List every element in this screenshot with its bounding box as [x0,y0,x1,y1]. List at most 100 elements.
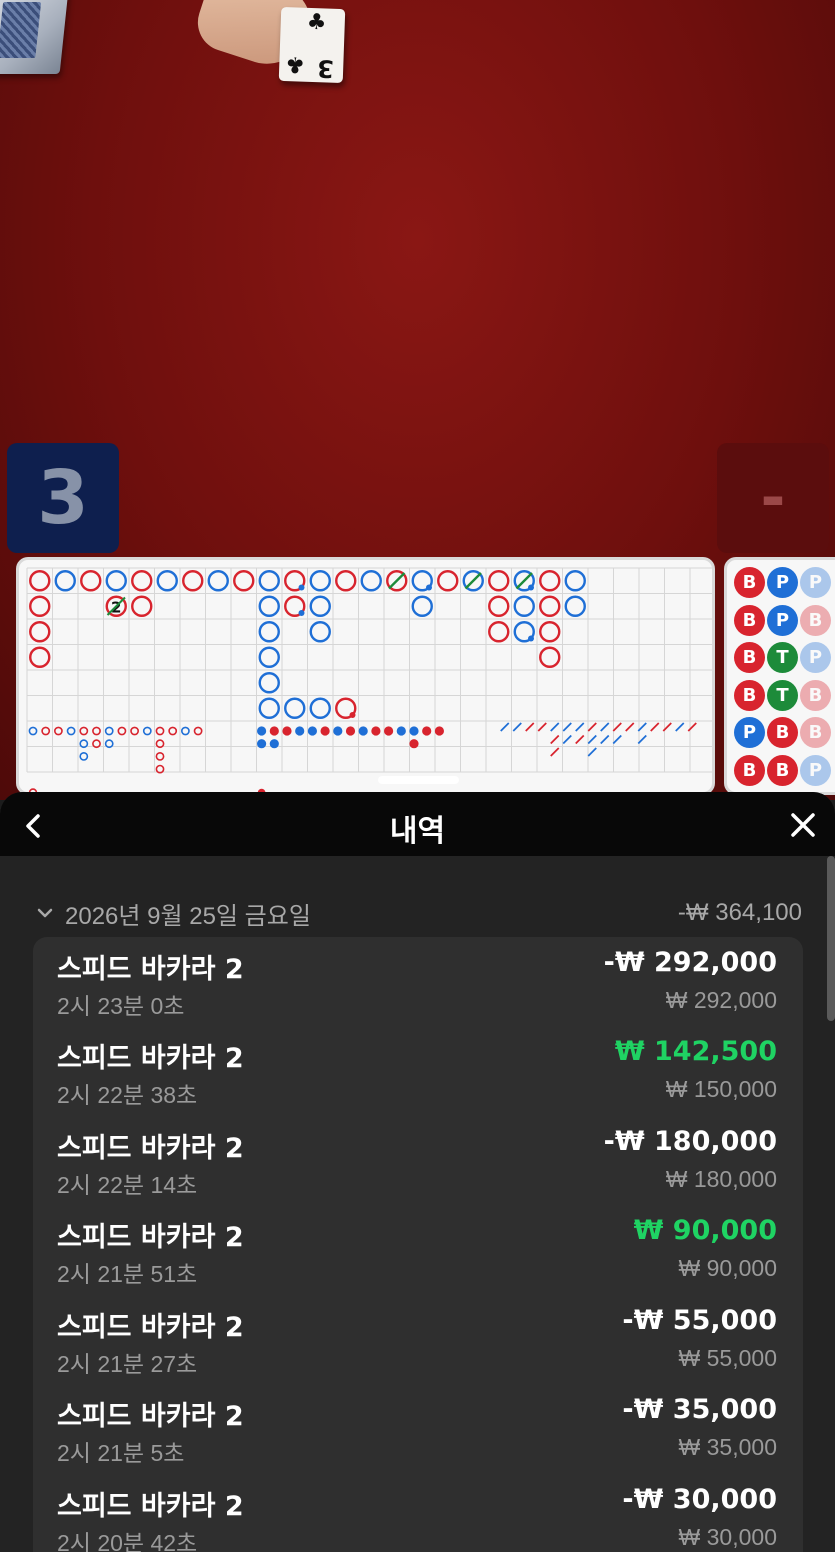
history-entry[interactable]: 스피드 바카라 2 2시 22분 14초 -₩ 180,000 ₩ 180,000 [33,1116,803,1205]
cockroach-road-mark [612,734,622,745]
big-road-mark [411,595,433,617]
cockroach-road-mark [650,722,660,732]
tie-slash [464,572,482,590]
bead-player: P [767,567,798,598]
date-label: 2026년 9월 25일 금요일 [65,902,311,930]
cockroach-road-mark [625,722,635,732]
small-road-dot [295,726,305,736]
cockroach-road-mark [687,722,697,732]
entry-result: -₩ 30,000 [622,1484,777,1515]
big-road-mark [233,570,255,592]
entry-stake: ₩ 55,000 [678,1345,777,1371]
entry-result: -₩ 180,000 [603,1126,777,1157]
entry-time: 2시 23분 0초 [57,993,185,1019]
small-road-dot [269,726,279,736]
history-entry[interactable]: 스피드 바카라 2 2시 23분 0초 -₩ 292,000 ₩ 292,000 [33,937,803,1026]
cockroach-road-mark [575,722,585,732]
small-road-dot [117,726,127,736]
date-group-header[interactable]: 2026년 9월 25일 금요일 -₩ 364,100 [34,896,802,930]
big-road-mark [258,697,280,719]
small-road-dot [422,726,432,736]
big-road-mark [258,621,280,643]
small-road-dot [92,726,101,736]
small-road-dot [396,726,406,736]
cockroach-road-mark [525,722,535,732]
small-road-dot [180,726,190,736]
sheet-header: 내역 [0,792,835,856]
history-entry[interactable]: 스피드 바카라 2 2시 21분 5초 -₩ 35,000 ₩ 35,000 [33,1384,803,1473]
history-list: 스피드 바카라 2 2시 23분 0초 -₩ 292,000 ₩ 292,000 스피드… [33,937,803,1552]
pair-dot [349,712,356,718]
bead-banker: B [734,604,765,636]
bead-banker: B [734,642,765,673]
big-road-mark [335,570,357,592]
small-road-dot [28,726,38,736]
big-road-mark [80,570,102,592]
small-road-dot [66,726,76,736]
big-road-mark [29,570,51,592]
big-road-mark [105,570,127,592]
bead-tie: T [767,642,798,673]
cockroach-road-mark [587,734,597,745]
small-road-dot [409,739,419,749]
small-road-dot [282,726,292,736]
sheet-title: 내역 [389,814,446,849]
cockroach-road-mark [600,722,610,732]
big-road-mark [309,697,331,719]
big-road-mark [131,570,153,592]
entry-game-name: 스피드 바카라 2 [57,1222,244,1253]
history-entry[interactable]: 스피드 바카라 2 2시 21분 51초 ₩ 90,000 ₩ 90,000 [33,1205,803,1294]
small-road-dot [358,726,368,736]
bead-banker: B [734,754,765,786]
entry-result: -₩ 55,000 [622,1305,777,1336]
pair-dot [298,584,305,591]
history-entry[interactable]: 스피드 바카라 2 2시 20분 42초 -₩ 30,000 ₩ 30,000 [33,1474,803,1552]
playing-card: ♣ ♣ 3 [278,6,346,84]
sheet-drag-handle[interactable] [378,776,459,784]
big-road-mark [182,570,204,592]
big-road-mark [54,570,76,592]
big-road-mark [539,646,561,668]
bead-banker: B [800,717,831,748]
big-road-mark [258,672,280,694]
big-road-mark [258,646,280,668]
cockroach-road-mark [587,722,597,732]
bead-road[interactable]: BPPBPBBTPBTBPBBBBP [724,557,835,795]
small-road-dot [269,739,279,749]
entry-stake: ₩ 150,000 [665,1076,777,1102]
entry-result: ₩ 142,500 [614,1036,777,1067]
cockroach-road-mark [512,722,522,732]
cockroach-road-mark [612,722,622,732]
pair-dot [426,584,432,591]
entry-stake: ₩ 180,000 [665,1166,777,1192]
big-road-mark [564,595,586,617]
small-road-dot [41,726,51,736]
small-road-dot [307,726,318,736]
bead-banker: B [800,604,831,636]
scrollbar[interactable] [827,856,835,1021]
roadmap-scoreboard[interactable]: 2 [16,557,715,795]
club-icon: ♣ [306,9,327,36]
small-road-dot [79,751,89,761]
close-icon [791,813,815,837]
pair-dot [528,584,534,591]
close-button[interactable] [783,805,823,845]
entry-game-name: 스피드 바카라 2 [57,1043,244,1074]
entry-stake: ₩ 90,000 [678,1255,777,1281]
big-road-mark [258,570,280,592]
big-road-mark [207,570,229,592]
small-road-dot [155,751,165,761]
big-road-mark [131,595,153,617]
cockroach-road-mark [537,722,547,732]
history-entry[interactable]: 스피드 바카라 2 2시 22분 38초 ₩ 142,500 ₩ 150,000 [33,1026,803,1115]
card-shoe [0,0,69,74]
cockroach-road-mark [575,734,585,745]
bead-banker: B [767,717,798,748]
big-road-mark [309,595,331,617]
cockroach-road-mark [550,734,560,745]
entry-result: ₩ 90,000 [633,1215,777,1246]
small-road-dot [345,726,356,736]
entry-stake: ₩ 30,000 [678,1524,777,1550]
small-road-dot [104,726,114,736]
history-entry[interactable]: 스피드 바카라 2 2시 21분 27초 -₩ 55,000 ₩ 55,000 [33,1295,803,1384]
